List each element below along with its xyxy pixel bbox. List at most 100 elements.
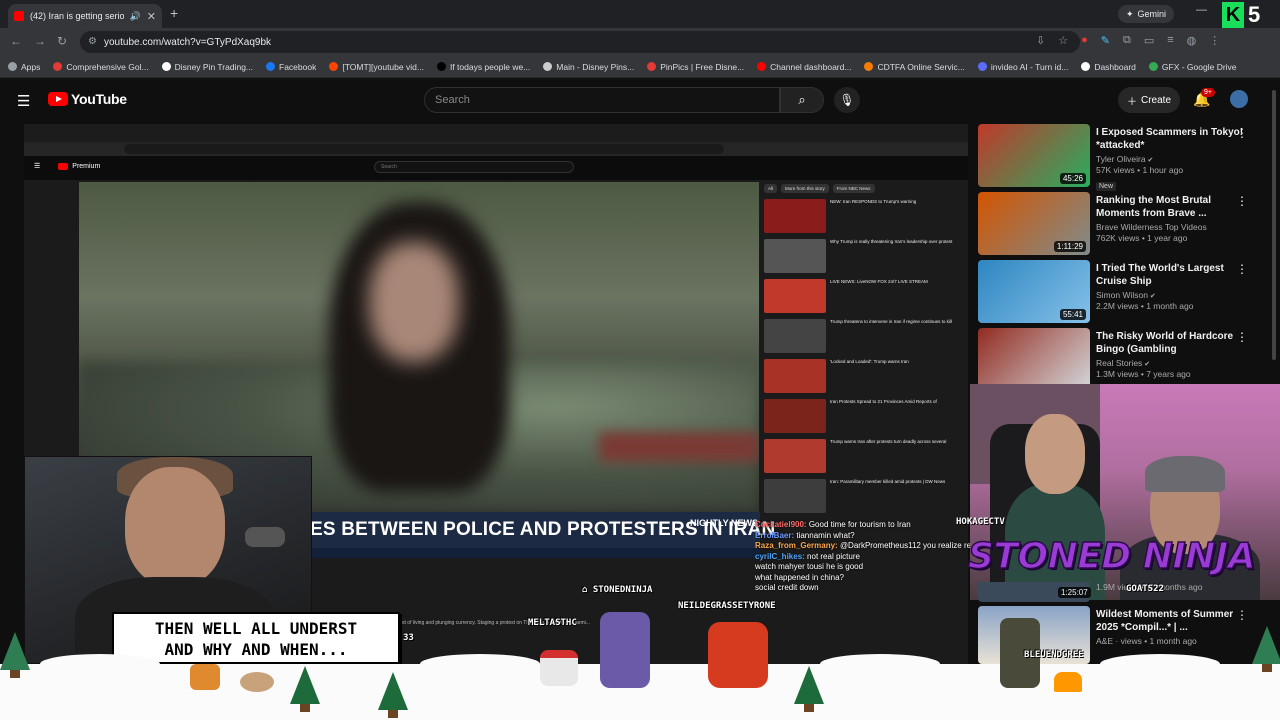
sidepanel-icon[interactable]: ▭	[1144, 34, 1154, 47]
video-meta: I Tried The World's Largest Cruise Ship S…	[1096, 262, 1246, 311]
search-button[interactable]: ⌕	[780, 87, 824, 113]
inner-rec-item: Trump warns Iran after protests turn dea…	[764, 439, 960, 478]
site-info-icon[interactable]: ⚙	[88, 36, 97, 47]
new-tab-icon[interactable]: +	[170, 5, 178, 21]
extension-red-icon[interactable]: ●	[1081, 34, 1088, 47]
notifications-bell-icon[interactable]: 🔔 9+	[1193, 88, 1215, 108]
bookmark-item[interactable]: [TOMT][youtube vid...	[329, 62, 424, 72]
bookmark-item[interactable]: CDTFA Online Servic...	[864, 62, 965, 72]
pine-tree-sprite	[0, 632, 30, 678]
recommendations-sidebar: 45:26 I Exposed Scammers in Tokyo! *attac…	[978, 124, 1268, 396]
hokagectv-label: HOKAGECTV	[956, 517, 1005, 527]
video-channel[interactable]: Tyler Oliveira ✔	[1096, 154, 1246, 164]
bookmark-item[interactable]: Disney Pin Trading...	[161, 62, 253, 72]
youtube-logo[interactable]: YouTube	[48, 91, 127, 107]
profile-icon[interactable]: ◍	[1187, 34, 1197, 47]
channel-name[interactable]: Real Stories	[1096, 358, 1142, 368]
new-badge: New	[1096, 182, 1117, 191]
bookmark-item[interactable]: GFX - Google Drive	[1148, 62, 1237, 72]
bookmark-label: invideo AI - Turn id...	[990, 61, 1069, 72]
verified-check-icon: ✔	[1145, 157, 1154, 164]
bookmark-item[interactable]: Facebook	[266, 62, 316, 72]
inner-rec-thumbnail	[764, 399, 826, 433]
back-icon[interactable]: ←	[10, 34, 22, 48]
install-icon[interactable]: ⇩	[1036, 34, 1045, 47]
inner-rec-item: LIVE NEWS: LiveNOW FOX 24/7 LIVE STREAM	[764, 279, 960, 318]
red-character-sprite	[708, 622, 768, 688]
create-button[interactable]: ＋ Create	[1118, 87, 1180, 113]
bookmark-item[interactable]: invideo AI - Turn id...	[977, 61, 1069, 72]
chat-text: @DarkPrometheus112 you realize resources…	[839, 541, 970, 550]
extensions-puzzle-icon[interactable]: ⧉	[1123, 34, 1131, 47]
video-menu-icon[interactable]: ⋮	[1236, 194, 1248, 208]
sidebar-video[interactable]: 55:41 I Tried The World's Largest Cruise …	[978, 260, 1268, 328]
video-channel[interactable]: Real Stories ✔	[1096, 358, 1246, 368]
verified-check-icon: ✔	[1142, 361, 1151, 368]
video-title[interactable]: I Tried The World's Largest Cruise Ship	[1096, 262, 1246, 288]
video-thumbnail[interactable]	[978, 328, 1090, 391]
bookmark-star-icon[interactable]: ☆	[1058, 34, 1068, 47]
video-title[interactable]: The Risky World of Hardcore Bingo (Gambl…	[1096, 330, 1246, 356]
chat-message: Raza_from_Germany: @DarkPrometheus112 yo…	[755, 541, 970, 552]
video-title[interactable]: Wildest Moments of Summer 2025 *Compil..…	[1096, 608, 1236, 634]
address-bar[interactable]: ⚙ youtube.com/watch?v=GTyPdXaq9bk	[80, 31, 1080, 53]
reload-icon[interactable]: ↻	[57, 34, 67, 48]
video-title[interactable]: Ranking the Most Brutal Moments from Bra…	[1096, 194, 1246, 220]
video-duration: 45:26	[1059, 173, 1086, 184]
inner-play-icon	[58, 162, 69, 170]
video-thumbnail[interactable]: 45:26	[978, 124, 1090, 187]
bookmark-label: Facebook	[279, 61, 317, 72]
forward-icon[interactable]: →	[34, 34, 46, 48]
bookmark-item[interactable]: Dashboard	[1081, 62, 1136, 72]
video-channel[interactable]: Simon Wilson ✔	[1096, 290, 1246, 300]
video-thumbnail[interactable]: 55:41	[978, 260, 1090, 323]
video-title[interactable]: I Exposed Scammers in Tokyo! *attacked*	[1096, 126, 1246, 152]
inner-rec-title: Trump threatens to intervene in Iran if …	[830, 319, 952, 324]
video-channel[interactable]: Brave Wilderness Top Videos	[1096, 222, 1246, 232]
chrome-menu-icon[interactable]: ⋮	[1209, 34, 1220, 47]
video-menu-icon[interactable]: ⋮	[1236, 608, 1248, 622]
bookmark-item[interactable]: Comprehensive Gol...	[53, 62, 149, 72]
channel-name[interactable]: Brave Wilderness Top Videos	[1096, 222, 1207, 232]
menu-hamburger-icon[interactable]: ☰	[17, 92, 30, 110]
video-menu-icon[interactable]: ⋮	[1236, 126, 1248, 140]
page-scrollbar[interactable]	[1272, 90, 1276, 360]
bookmark-item[interactable]: PinPics | Free Disne...	[647, 62, 744, 72]
video-menu-icon[interactable]: ⋮	[1236, 262, 1248, 276]
sidebar-video[interactable]: 45:26 I Exposed Scammers in Tokyo! *attac…	[978, 124, 1268, 192]
account-avatar[interactable]	[1230, 90, 1248, 108]
video-duration: 1:25:07	[1058, 587, 1091, 598]
chat-message: social credit down	[755, 583, 970, 594]
chat-username: ErrolBaer:	[755, 530, 795, 540]
bookmark-item[interactable]: If todays people we...	[436, 62, 530, 72]
voice-search-button[interactable]: 🎙	[834, 87, 860, 113]
bookmark-item[interactable]: Main - Disney Pins...	[543, 62, 634, 72]
gemini-button[interactable]: ✦ Gemini	[1118, 5, 1175, 23]
caption-line-2: AND WHY AND WHEN...	[164, 640, 348, 659]
news-lower-third: ES BETWEEN POLICE AND PROTESTERS IN IRAN…	[310, 512, 775, 548]
chat-message: cyrilC_hikes: not real picture	[755, 552, 970, 563]
minimize-window-icon[interactable]: —	[1196, 4, 1207, 16]
video-menu-icon[interactable]: ⋮	[1236, 330, 1248, 344]
channel-name[interactable]: Tyler Oliveira	[1096, 154, 1146, 164]
neil-label: NEILDEGRASSETYRONE	[678, 601, 776, 611]
inner-rec-thumbnail	[764, 319, 826, 353]
channel-name[interactable]: Simon Wilson	[1096, 290, 1148, 300]
url-text: youtube.com/watch?v=GTyPdXaq9bk	[104, 36, 272, 48]
k5-overlay: K 5	[1222, 2, 1260, 28]
pine-tree-sprite	[378, 672, 408, 718]
audio-icon[interactable]: 🔊	[130, 11, 141, 22]
browser-tabstrip: (42) Iran is getting serious... 🔊 ✕ + ✦ …	[0, 0, 1280, 28]
chat-text: Good time for tourism to Iran	[808, 520, 911, 529]
browser-tab[interactable]: (42) Iran is getting serious... 🔊 ✕	[8, 4, 162, 28]
sidebar-video[interactable]: 1:11:29 Ranking the Most Brutal Moments f…	[978, 192, 1268, 260]
bookmark-item[interactable]: Channel dashboard...	[757, 62, 851, 72]
video-thumbnail[interactable]: 1:11:29	[978, 192, 1090, 255]
bookmark-item[interactable]: Apps	[8, 62, 40, 72]
media-controls-icon[interactable]: ≡	[1167, 34, 1173, 47]
extension-blue-icon[interactable]: ✎	[1101, 34, 1110, 47]
video-stats: 2.2M views • 1 month ago	[1096, 301, 1194, 311]
search-input[interactable]: Search	[424, 87, 780, 113]
inner-rec-title: Why Trump is really threatening Iran's l…	[830, 239, 953, 244]
close-tab-icon[interactable]: ✕	[147, 10, 156, 23]
